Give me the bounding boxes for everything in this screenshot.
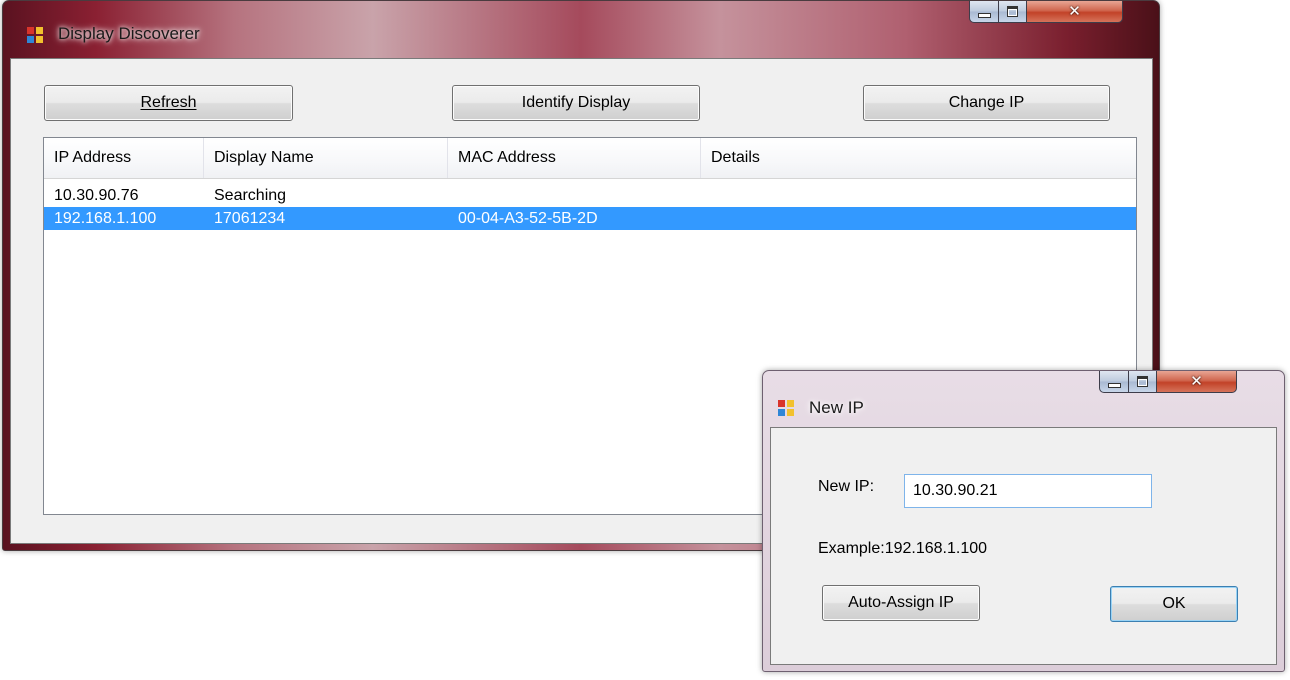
- new-ip-input[interactable]: [904, 474, 1152, 508]
- row-details: [701, 184, 711, 207]
- dialog-title-bar[interactable]: New IP ✕: [763, 371, 1284, 423]
- column-mac-address[interactable]: MAC Address: [448, 138, 701, 178]
- dialog-minimize-button[interactable]: [1099, 371, 1129, 393]
- dialog-client-area: New IP: Example:192.168.1.100 Auto-Assig…: [770, 427, 1277, 665]
- app-icon[interactable]: [27, 27, 44, 44]
- main-title-bar[interactable]: Display Discoverer ✕: [3, 1, 1159, 53]
- row-mac: [448, 184, 458, 207]
- new-ip-label: New IP:: [818, 478, 875, 495]
- close-button[interactable]: ✕: [1027, 1, 1123, 23]
- change-ip-button[interactable]: Change IP: [863, 85, 1110, 121]
- maximize-icon: [1137, 376, 1148, 387]
- refresh-button[interactable]: Refresh: [44, 85, 293, 121]
- auto-assign-ip-button[interactable]: Auto-Assign IP: [822, 585, 980, 621]
- dialog-close-button[interactable]: ✕: [1157, 371, 1237, 393]
- column-details[interactable]: Details: [701, 138, 1136, 178]
- column-display-name[interactable]: Display Name: [204, 138, 448, 178]
- list-header: IP Address Display Name MAC Address Deta…: [44, 138, 1136, 179]
- table-row-selected[interactable]: 192.168.1.100 17061234 00-04-A3-52-5B-2D: [44, 207, 1136, 230]
- row-details: [701, 207, 711, 230]
- dialog-title: New IP: [809, 398, 864, 417]
- minimize-icon: [977, 13, 991, 18]
- close-icon: ✕: [1190, 372, 1203, 390]
- minimize-icon: [1107, 383, 1121, 388]
- maximize-button[interactable]: [999, 1, 1027, 23]
- row-ip: 10.30.90.76: [54, 187, 139, 204]
- row-mac: 00-04-A3-52-5B-2D: [458, 210, 598, 227]
- new-ip-dialog: New IP ✕ New IP: Example:192.168.1.100 A…: [762, 370, 1285, 672]
- identify-display-button[interactable]: Identify Display: [452, 85, 700, 121]
- maximize-icon: [1007, 6, 1018, 17]
- column-ip-address[interactable]: IP Address: [44, 138, 204, 178]
- example-text: Example:192.168.1.100: [818, 540, 988, 557]
- row-display-name: 17061234: [214, 210, 286, 227]
- dialog-maximize-button[interactable]: [1129, 371, 1157, 393]
- row-ip: 192.168.1.100: [54, 210, 157, 227]
- close-icon: ✕: [1068, 2, 1081, 20]
- row-display-name: Searching: [214, 187, 287, 204]
- table-row[interactable]: 10.30.90.76 Searching: [44, 184, 1136, 207]
- dialog-app-icon[interactable]: [778, 400, 795, 417]
- ok-button[interactable]: OK: [1110, 586, 1238, 622]
- minimize-button[interactable]: [969, 1, 999, 23]
- main-window-title: Display Discoverer: [58, 24, 200, 43]
